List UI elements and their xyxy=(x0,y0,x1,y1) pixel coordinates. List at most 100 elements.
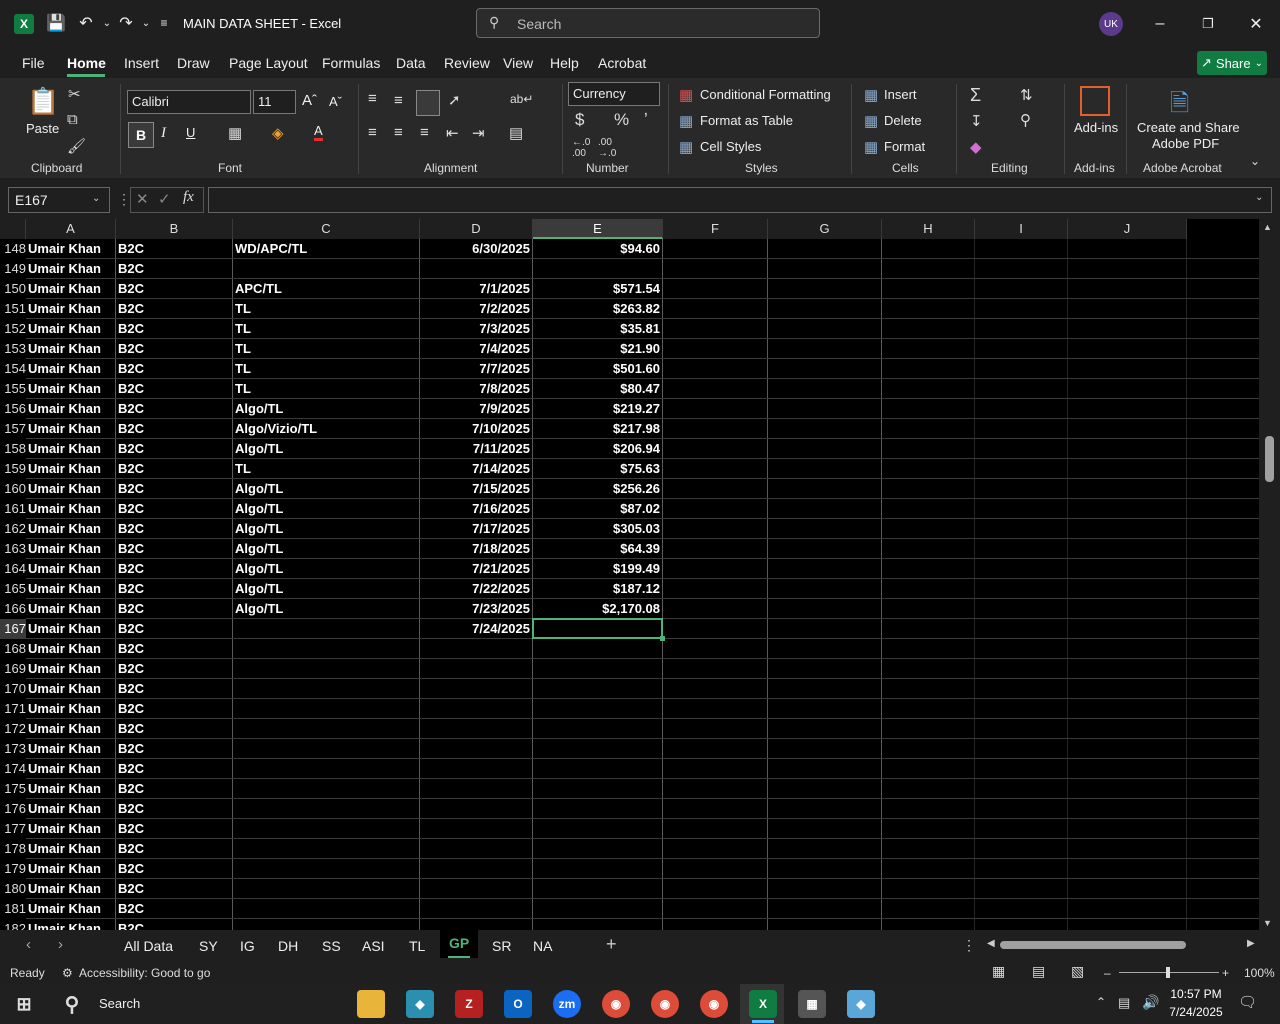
cell-a182[interactable]: Umair Khan xyxy=(26,919,115,930)
prev-sheet-icon[interactable]: ‹ xyxy=(26,936,31,953)
create-share-pdf-label-1[interactable]: Create and Share xyxy=(1137,120,1240,135)
zoom-app-icon[interactable]: zm xyxy=(553,990,581,1018)
align-top-icon[interactable]: ≡ xyxy=(368,90,377,107)
conditional-formatting-button[interactable]: Conditional Formatting xyxy=(700,87,831,102)
cell-d181[interactable] xyxy=(420,899,532,919)
cell-c167[interactable] xyxy=(233,619,419,639)
cell-c151[interactable]: TL xyxy=(233,299,419,319)
cell-b160[interactable]: B2C xyxy=(116,479,232,499)
cell-e160[interactable]: $256.26 xyxy=(533,479,662,499)
cell-a170[interactable]: Umair Khan xyxy=(26,679,115,699)
cell-b155[interactable]: B2C xyxy=(116,379,232,399)
cell-b171[interactable]: B2C xyxy=(116,699,232,719)
merge-center-icon[interactable]: ▤ xyxy=(509,124,523,142)
cell-a180[interactable]: Umair Khan xyxy=(26,879,115,899)
scroll-up-icon[interactable]: ▲ xyxy=(1263,222,1272,232)
add-sheet-icon[interactable]: + xyxy=(606,934,617,955)
cell-c160[interactable]: Algo/TL xyxy=(233,479,419,499)
row-header[interactable]: 172 xyxy=(0,719,26,739)
cell-e150[interactable]: $571.54 xyxy=(533,279,662,299)
close-button[interactable]: ✕ xyxy=(1240,10,1272,38)
sheet-tab-sr[interactable]: SR xyxy=(492,938,511,954)
page-break-view-icon[interactable]: ▧ xyxy=(1071,963,1084,980)
cell-e180[interactable] xyxy=(533,879,662,899)
search-input[interactable]: ⚲ Search xyxy=(476,8,820,38)
cell-b178[interactable]: B2C xyxy=(116,839,232,859)
next-sheet-icon[interactable]: › xyxy=(58,936,63,953)
align-bottom-button[interactable] xyxy=(416,90,440,116)
row-header[interactable]: 175 xyxy=(0,779,26,799)
cell-a168[interactable]: Umair Khan xyxy=(26,639,115,659)
cell-e181[interactable] xyxy=(533,899,662,919)
row-header[interactable]: 166 xyxy=(0,599,26,619)
tab-help[interactable]: Help xyxy=(550,55,579,71)
cell-b158[interactable]: B2C xyxy=(116,439,232,459)
column-header-j[interactable]: J xyxy=(1068,219,1187,239)
decrease-indent-icon[interactable]: ⇤ xyxy=(446,124,459,142)
cell-e148[interactable]: $94.60 xyxy=(533,239,662,259)
create-share-pdf-label-2[interactable]: Adobe PDF xyxy=(1152,136,1219,151)
row-header[interactable]: 178 xyxy=(0,839,26,859)
sheet-tab-na[interactable]: NA xyxy=(533,938,552,954)
column-header-b[interactable]: B xyxy=(116,219,233,239)
tab-view[interactable]: View xyxy=(503,55,533,71)
cell-c179[interactable] xyxy=(233,859,419,879)
more-sheets-icon[interactable]: ⋮ xyxy=(962,937,976,954)
zoom-in-icon[interactable]: + xyxy=(1222,966,1229,980)
underline-button[interactable]: U xyxy=(186,125,195,140)
cell-c169[interactable] xyxy=(233,659,419,679)
cell-c163[interactable]: Algo/TL xyxy=(233,539,419,559)
cell-b156[interactable]: B2C xyxy=(116,399,232,419)
column-header-a[interactable]: A xyxy=(26,219,116,239)
tab-formulas[interactable]: Formulas xyxy=(322,55,380,71)
cell-d148[interactable]: 6/30/2025 xyxy=(420,239,532,259)
column-header-i[interactable]: I xyxy=(975,219,1068,239)
cell-e157[interactable]: $217.98 xyxy=(533,419,662,439)
cell-c177[interactable] xyxy=(233,819,419,839)
row-header[interactable]: 168 xyxy=(0,639,26,659)
avatar[interactable]: UK xyxy=(1099,12,1123,36)
font-size-select[interactable]: 11 xyxy=(253,90,296,114)
expand-formula-bar-icon[interactable]: ⌄ xyxy=(1255,192,1263,203)
cell-e153[interactable]: $21.90 xyxy=(533,339,662,359)
cell-b169[interactable]: B2C xyxy=(116,659,232,679)
cell-e177[interactable] xyxy=(533,819,662,839)
sheet-tab-sy[interactable]: SY xyxy=(199,938,218,954)
cell-e159[interactable]: $75.63 xyxy=(533,459,662,479)
sort-filter-icon[interactable]: ⇅ xyxy=(1020,86,1033,104)
cell-b167[interactable]: B2C xyxy=(116,619,232,639)
excel-taskbar-icon[interactable]: X xyxy=(749,990,777,1018)
cell-a181[interactable]: Umair Khan xyxy=(26,899,115,919)
cell-c164[interactable]: Algo/TL xyxy=(233,559,419,579)
number-format-select[interactable]: Currency xyxy=(568,82,660,106)
row-header[interactable]: 152 xyxy=(0,319,26,339)
normal-view-icon[interactable]: ▦ xyxy=(992,963,1005,980)
paste-button[interactable]: Paste xyxy=(26,121,59,136)
sheet-tab-ig[interactable]: IG xyxy=(240,938,255,954)
customize-toolbar-icon[interactable]: ≡ xyxy=(153,12,175,34)
copy-icon[interactable]: ⧉ xyxy=(67,111,78,128)
row-header[interactable]: 169 xyxy=(0,659,26,679)
cell-b151[interactable]: B2C xyxy=(116,299,232,319)
chrome-icon[interactable]: ◉ xyxy=(602,990,630,1018)
italic-button[interactable]: I xyxy=(161,125,166,142)
collapse-ribbon-icon[interactable]: ⌄ xyxy=(1250,154,1260,168)
orientation-icon[interactable]: ➚ xyxy=(448,91,461,109)
cell-c170[interactable] xyxy=(233,679,419,699)
cell-a173[interactable]: Umair Khan xyxy=(26,739,115,759)
align-center-icon[interactable]: ≡ xyxy=(394,124,403,141)
cell-c162[interactable]: Algo/TL xyxy=(233,519,419,539)
format-as-table-button[interactable]: Format as Table xyxy=(700,113,793,128)
row-header[interactable]: 165 xyxy=(0,579,26,599)
cell-a149[interactable]: Umair Khan xyxy=(26,259,115,279)
cell-c178[interactable] xyxy=(233,839,419,859)
app-icon[interactable]: ◆ xyxy=(847,990,875,1018)
cell-a172[interactable]: Umair Khan xyxy=(26,719,115,739)
cell-b170[interactable]: B2C xyxy=(116,679,232,699)
cell-d171[interactable] xyxy=(420,699,532,719)
cell-c158[interactable]: Algo/TL xyxy=(233,439,419,459)
cell-a177[interactable]: Umair Khan xyxy=(26,819,115,839)
chrome-icon[interactable]: ◉ xyxy=(651,990,679,1018)
align-middle-icon[interactable]: ≡ xyxy=(394,92,403,109)
cell-e151[interactable]: $263.82 xyxy=(533,299,662,319)
